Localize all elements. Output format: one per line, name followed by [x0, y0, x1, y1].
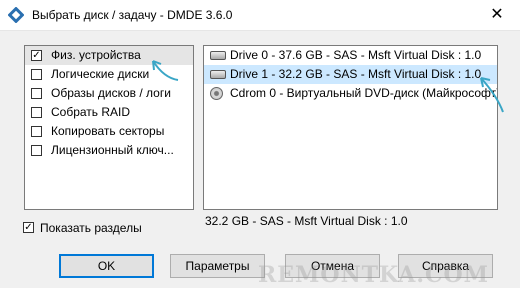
task-item-license-key[interactable]: Лицензионный ключ...	[25, 141, 193, 160]
disk-label: Cdrom 0 - Виртуальный DVD-диск (Майкросо…	[230, 86, 498, 100]
title-bar: Выбрать диск / задачу - DMDE 3.6.0 ✕	[0, 0, 520, 31]
cd-drive-icon	[210, 87, 223, 100]
task-item-disk-images[interactable]: Образы дисков / логи	[25, 84, 193, 103]
task-item-physical-devices[interactable]: ✓ Физ. устройства	[25, 46, 193, 65]
task-checkbox-disk-images[interactable]	[31, 88, 42, 99]
task-label: Копировать секторы	[51, 124, 165, 138]
task-checkbox-copy-sectors[interactable]	[31, 126, 42, 137]
show-partitions-label: Показать разделы	[40, 221, 142, 235]
hard-disk-icon	[210, 51, 226, 60]
close-button[interactable]: ✕	[474, 0, 520, 30]
ok-button[interactable]: OK	[59, 254, 154, 278]
parameters-button[interactable]: Параметры	[170, 254, 265, 278]
task-label: Физ. устройства	[51, 48, 141, 62]
disk-list[interactable]: Drive 0 - 37.6 GB - SAS - Msft Virtual D…	[203, 45, 498, 210]
task-item-logical-disks[interactable]: Логические диски	[25, 65, 193, 84]
task-label: Логические диски	[51, 67, 150, 81]
task-checkbox-logical-disks[interactable]	[31, 69, 42, 80]
task-label: Собрать RAID	[51, 105, 131, 119]
task-checkbox-physical-devices[interactable]: ✓	[31, 50, 42, 61]
disk-item-drive-0[interactable]: Drive 0 - 37.6 GB - SAS - Msft Virtual D…	[204, 46, 497, 65]
hard-disk-icon	[210, 70, 226, 79]
task-item-copy-sectors[interactable]: Копировать секторы	[25, 122, 193, 141]
disk-label: Drive 1 - 32.2 GB - SAS - Msft Virtual D…	[230, 67, 482, 81]
task-label: Образы дисков / логи	[51, 86, 171, 100]
task-list[interactable]: ✓ Физ. устройства Логические диски Образ…	[24, 45, 194, 210]
app-icon	[8, 7, 24, 23]
watermark: REMONTKA.COM	[258, 262, 490, 288]
window-title: Выбрать диск / задачу - DMDE 3.6.0	[32, 8, 233, 22]
task-item-build-raid[interactable]: Собрать RAID	[25, 103, 193, 122]
disk-label: Drive 0 - 37.6 GB - SAS - Msft Virtual D…	[230, 48, 482, 62]
show-partitions-option[interactable]: ✓ Показать разделы	[23, 221, 142, 237]
disk-item-drive-1[interactable]: Drive 1 - 32.2 GB - SAS - Msft Virtual D…	[204, 65, 497, 84]
task-label: Лицензионный ключ...	[51, 143, 174, 157]
close-icon: ✕	[490, 6, 504, 23]
selected-disk-info: 32.2 GB - SAS - Msft Virtual Disk : 1.0	[205, 214, 408, 228]
show-partitions-checkbox[interactable]: ✓	[23, 222, 34, 233]
task-checkbox-license-key[interactable]	[31, 145, 42, 156]
disk-item-cdrom-0[interactable]: Cdrom 0 - Виртуальный DVD-диск (Майкросо…	[204, 84, 497, 103]
task-checkbox-build-raid[interactable]	[31, 107, 42, 118]
